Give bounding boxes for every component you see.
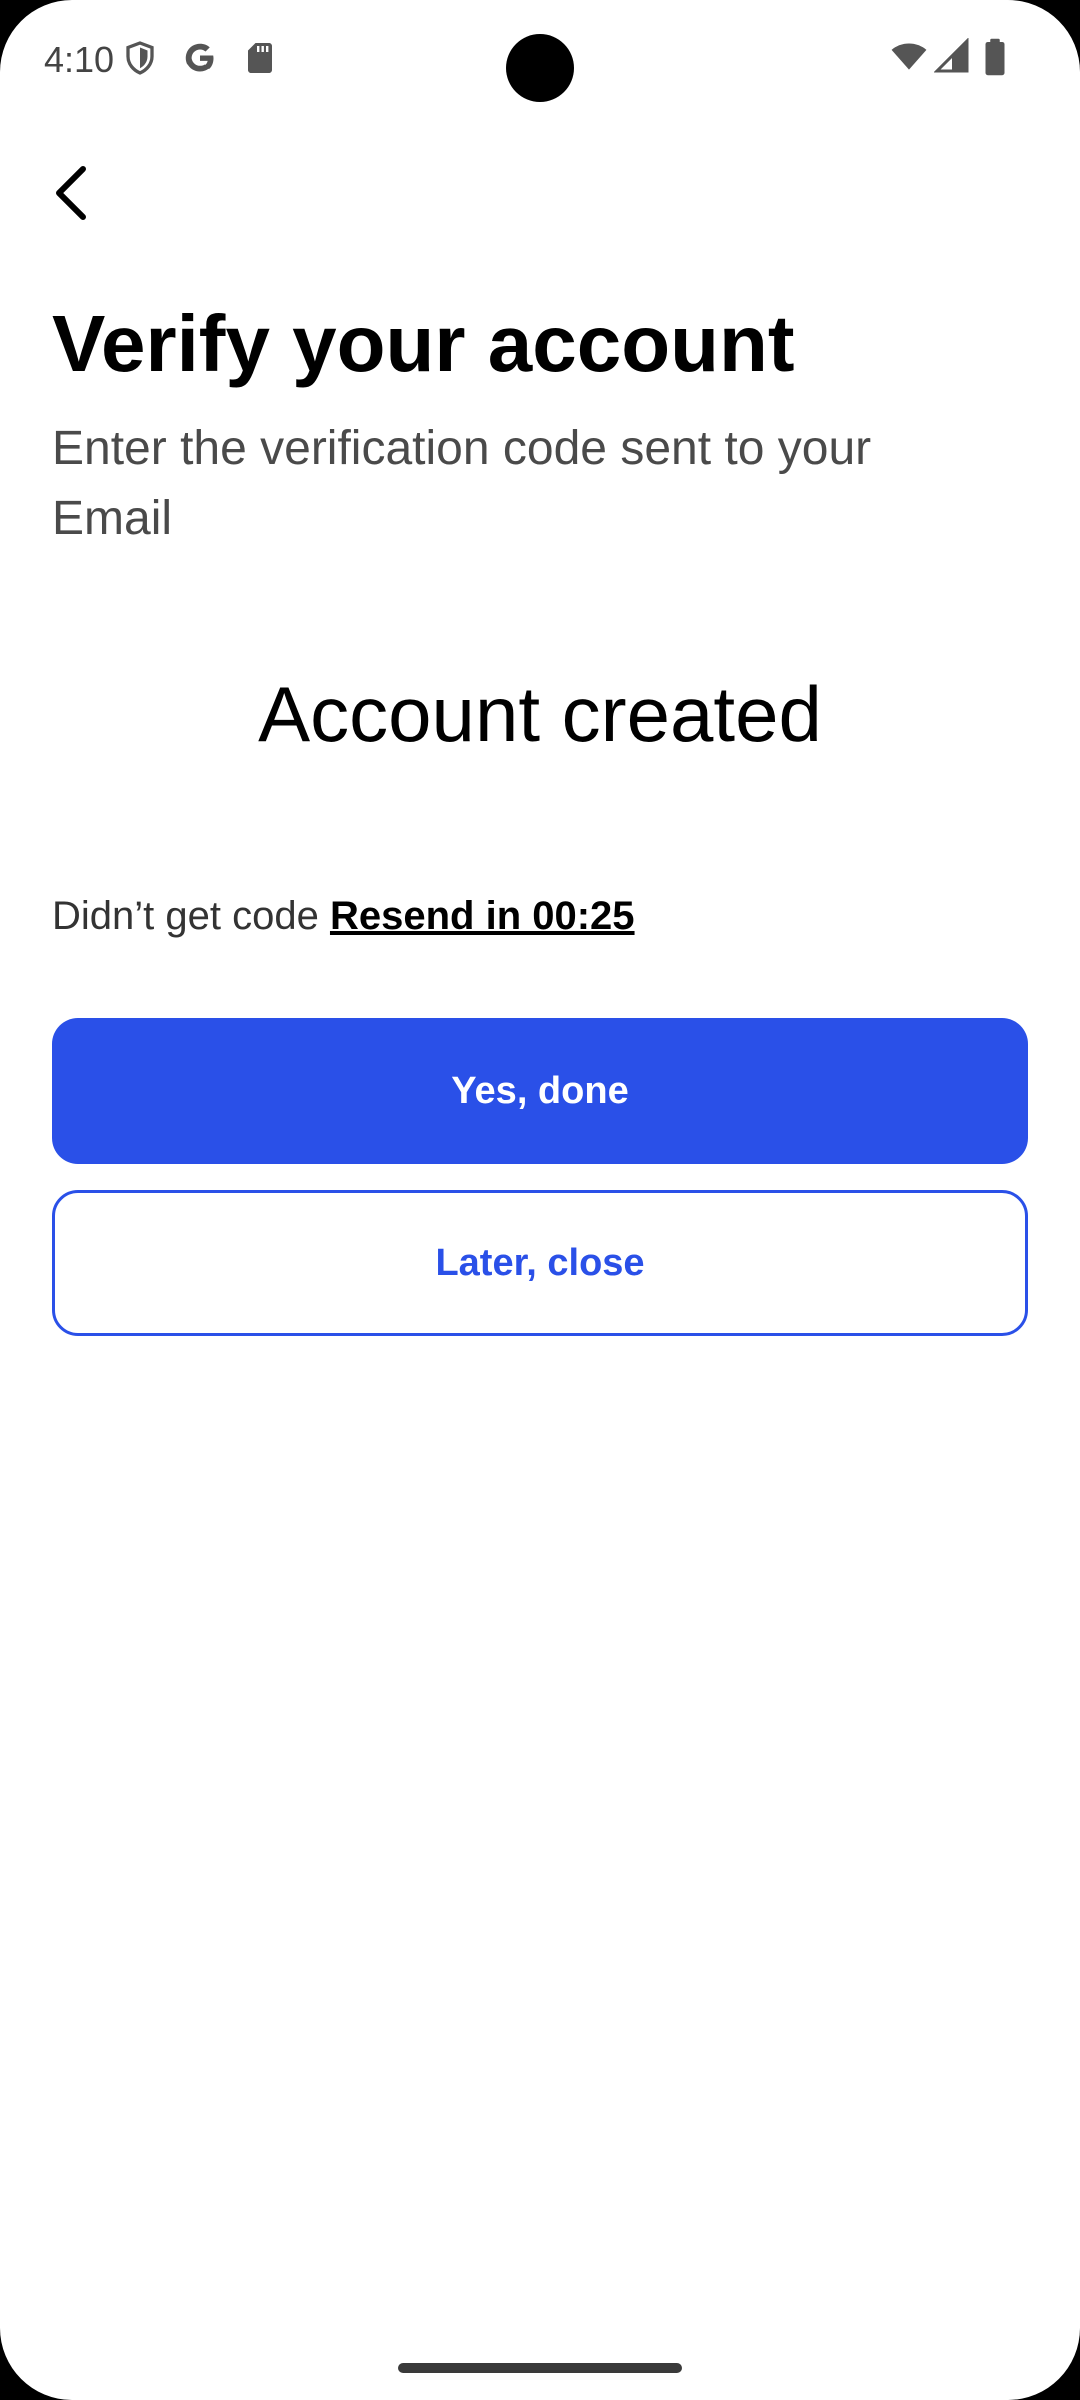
- resend-prompt: Didn’t get code: [52, 894, 319, 938]
- yes-done-button[interactable]: Yes, done: [52, 1018, 1028, 1164]
- screen: 4:10 Verify your account Enter the verif…: [0, 0, 1080, 2400]
- page-title: Verify your account: [52, 299, 795, 388]
- shield-icon: [122, 40, 158, 76]
- wifi-icon: [890, 38, 928, 74]
- signal-icon: [933, 37, 970, 74]
- sd-card-icon: [242, 40, 278, 76]
- resend-link[interactable]: Resend in 00:25: [330, 894, 635, 938]
- google-icon: [182, 40, 218, 76]
- battery-icon: [982, 38, 1018, 76]
- later-close-button[interactable]: Later, close: [52, 1190, 1028, 1336]
- status-time: 4:10: [44, 39, 115, 80]
- home-indicator[interactable]: [398, 2363, 682, 2373]
- page-subtitle: Enter the verification code sent to your…: [52, 422, 872, 545]
- status-bar: 4:10: [0, 0, 1080, 120]
- back-button[interactable]: [36, 150, 106, 240]
- camera-cutout: [506, 34, 574, 102]
- resend-row: Didn’t get code Resend in 00:25: [52, 890, 635, 942]
- chevron-left-icon: [51, 163, 91, 228]
- account-created-message: Account created: [258, 670, 822, 758]
